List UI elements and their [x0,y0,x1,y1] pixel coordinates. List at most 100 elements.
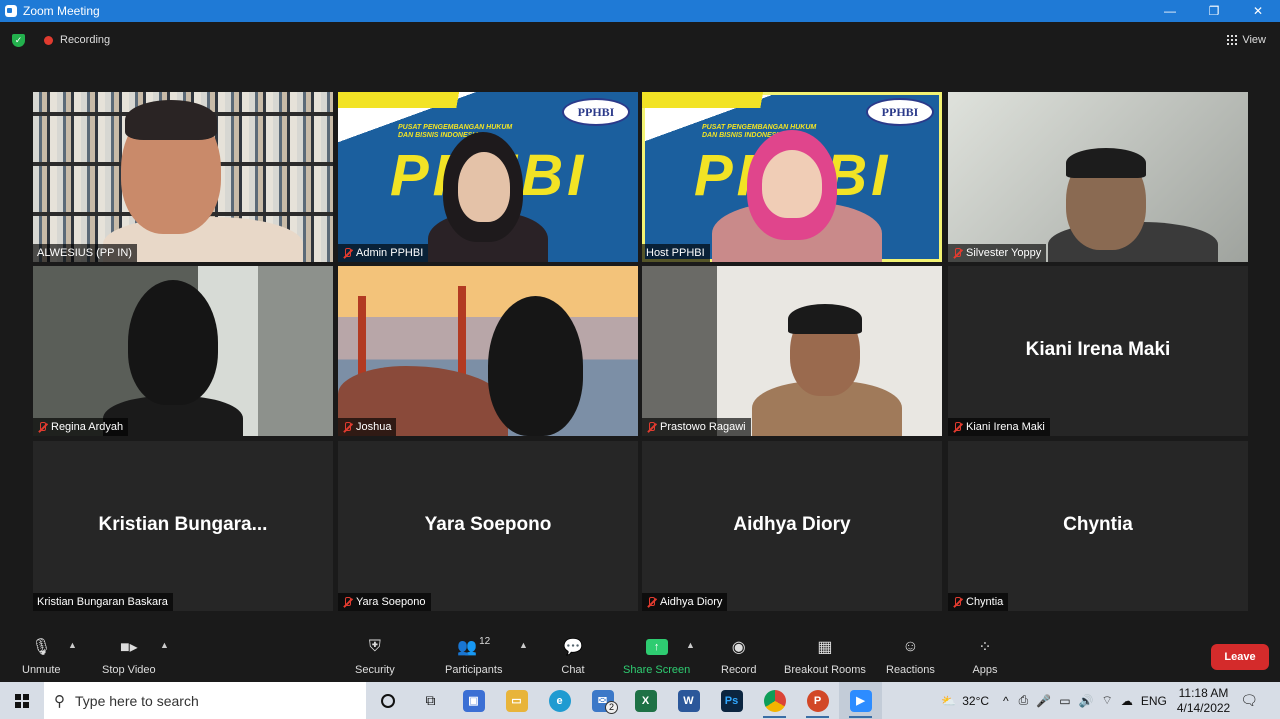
video-tile[interactable]: Joshua [338,266,638,436]
microphone-icon[interactable]: 🎤 [1036,694,1051,708]
taskbar-photoshop[interactable]: Ps [710,682,753,719]
notifications-icon[interactable]: 🗨 [1240,692,1258,709]
video-tile[interactable]: Prastowo Ragawi [642,266,942,436]
cortana-circle-icon [380,693,395,708]
weather-icon[interactable]: ⛅ [941,694,956,708]
taskbar-search-box[interactable]: ⚲ Type here to search [44,682,366,719]
mic-muted-icon [342,247,352,259]
clock[interactable]: 11:18 AM 4/14/2022 [1177,686,1230,716]
word-icon: W [677,689,700,712]
battery-icon[interactable]: ▭ [1059,694,1070,708]
participant-name: Prastowo Ragawi [660,421,746,433]
clock-date: 4/14/2022 [1176,700,1231,715]
participants-button[interactable]: 👥 12 Participants [445,636,502,676]
participant-label: Regina Ardyah [33,418,129,436]
meet-now-icon[interactable]: ⎙ [1019,693,1029,708]
participant-name: Admin PPHBI [356,247,424,259]
window-title: Zoom Meeting [23,4,100,18]
volume-icon[interactable]: 🔊 [1079,694,1094,708]
minimize-button[interactable]: — [1148,0,1192,22]
microphone-muted-icon: 🎙 [31,639,52,656]
chrome-icon [763,689,786,712]
encryption-shield-icon[interactable]: ✓ [12,34,25,47]
temperature[interactable]: 32°C [962,694,989,708]
taskbar-powerpoint[interactable]: P [796,682,839,719]
video-tile-off[interactable]: Yara Soepono Yara Soepono [338,441,638,611]
recording-icon [44,36,53,45]
video-tile[interactable]: Regina Ardyah [33,266,333,436]
participants-count: 12 [479,636,491,647]
close-button[interactable]: ✕ [1236,0,1280,22]
unmute-button[interactable]: 🎙 Unmute [22,636,61,676]
record-button[interactable]: ◉ Record [721,636,756,676]
mic-muted-icon [342,421,352,433]
shield-icon: ⛨ [368,638,381,655]
share-screen-button[interactable]: ↑ Share Screen [623,636,690,676]
leave-button[interactable]: Leave [1211,644,1269,670]
participant-name: Aidhya Diory [660,596,723,608]
video-tile-off[interactable]: Kristian Bungara... Kristian Bungaran Ba… [33,441,333,611]
breakout-rooms-label: Breakout Rooms [784,664,866,676]
participant-label: Chyntia [948,593,1009,611]
meeting-status-bar: ✓ Recording View [0,22,1280,58]
mic-muted-icon [342,596,352,608]
zoom-icon: ▶ [849,689,872,712]
onedrive-icon[interactable]: ☁ [1121,694,1133,708]
recording-label[interactable]: Recording [60,34,110,46]
search-icon: ⚲ [54,692,65,710]
video-tile[interactable]: ALWESIUS (PP IN) [33,92,333,262]
taskbar-chrome[interactable] [753,682,796,719]
security-button[interactable]: ⛨ Security [355,636,395,676]
participant-label: Aidhya Diory [642,593,728,611]
language-indicator[interactable]: ENG [1141,694,1167,708]
task-view-button[interactable]: ⧉ [409,682,452,719]
chat-button[interactable]: 💬 Chat [560,636,586,676]
apps-label: Apps [972,664,998,676]
video-tile-off[interactable]: Chyntia Chyntia [948,441,1248,611]
participant-label: Yara Soepono [338,593,431,611]
cortana-button[interactable] [366,682,409,719]
participant-video [488,296,583,436]
video-tile[interactable]: PUSAT PENGEMBANGAN HUKUM DAN BISNIS INDO… [338,92,638,262]
reactions-label: Reactions [886,664,935,676]
participant-label: Kiani Irena Maki [948,418,1050,436]
reactions-button[interactable]: ☺ Reactions [886,636,935,676]
taskbar-zoom[interactable]: ▶ [839,682,882,719]
audio-options-chevron-icon[interactable]: ▲ [68,640,77,650]
share-screen-label: Share Screen [623,664,691,676]
breakout-rooms-button[interactable]: ▦ Breakout Rooms [784,636,866,676]
video-tile[interactable]: Silvester Yoppy [948,92,1248,262]
zoom-app-icon [5,5,17,17]
participants-chevron-icon[interactable]: ▲ [519,640,528,650]
participant-video [128,280,218,405]
apps-button[interactable]: ⁘ Apps [972,636,998,676]
show-hidden-icons-chevron-icon[interactable]: ^ [1003,694,1009,708]
search-placeholder: Type here to search [75,692,199,709]
maximize-button[interactable]: ❐ [1192,0,1236,22]
participants-label: Participants [445,664,503,676]
wifi-icon[interactable]: ⌔ [1102,693,1113,708]
window-titlebar: Zoom Meeting — ❐ ✕ [0,0,1280,22]
taskbar-mail[interactable]: ✉ 2 [581,682,624,719]
participant-name: Kristian Bungaran Baskara [37,596,168,608]
taskbar-word[interactable]: W [667,682,710,719]
powerpoint-icon: P [806,689,829,712]
video-tile-active-speaker[interactable]: PUSAT PENGEMBANGAN HUKUM DAN BISNIS INDO… [642,92,942,262]
mic-muted-icon [952,596,962,608]
start-button[interactable] [0,682,44,719]
taskbar-file-explorer[interactable]: ▭ [495,682,538,719]
share-options-chevron-icon[interactable]: ▲ [686,640,695,650]
security-label: Security [355,664,395,676]
record-label: Record [721,664,757,676]
taskbar-excel[interactable]: X [624,682,667,719]
taskbar-edge[interactable]: e [538,682,581,719]
participant-name: Host PPHBI [646,247,705,259]
mic-muted-icon [952,421,962,433]
view-button[interactable]: View [1227,34,1266,46]
participant-display-name: Kristian Bungara... [98,514,268,535]
stop-video-button[interactable]: ■▸ Stop Video [102,636,156,676]
video-tile-off[interactable]: Aidhya Diory Aidhya Diory [642,441,942,611]
video-tile-off[interactable]: Kiani Irena Maki Kiani Irena Maki [948,266,1248,436]
taskbar-store[interactable]: ▣ [452,682,495,719]
video-options-chevron-icon[interactable]: ▲ [160,640,169,650]
